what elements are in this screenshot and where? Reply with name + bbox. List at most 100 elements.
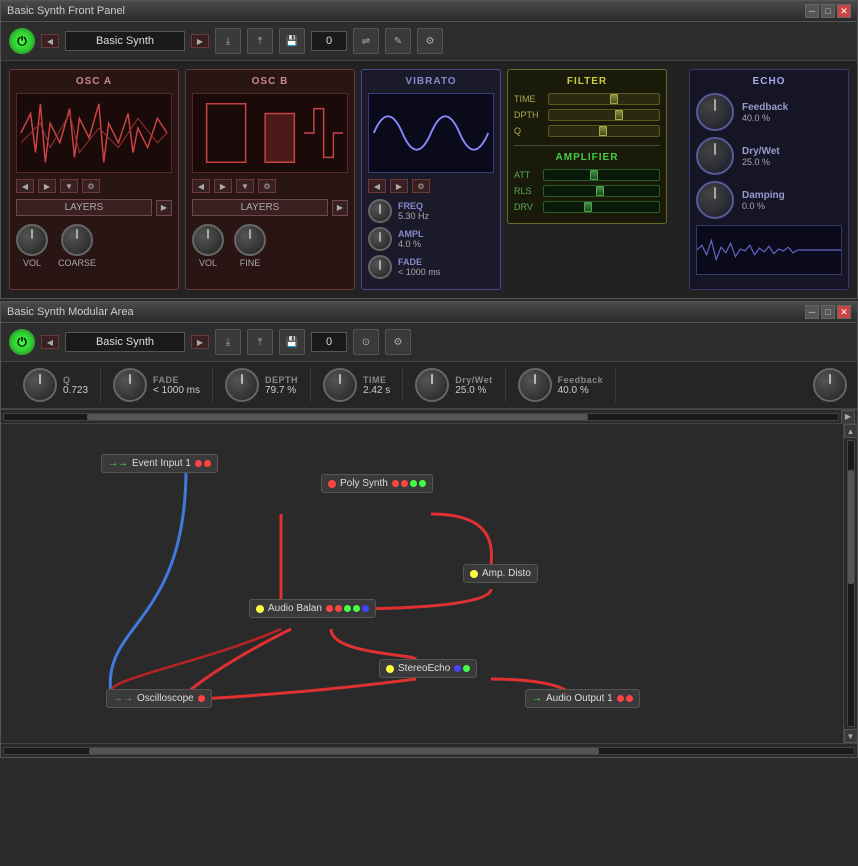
modular-maximize-button[interactable]: □ [821,305,835,319]
se-port-1[interactable] [454,665,461,672]
audio-output-module[interactable]: → Audio Output 1 [525,689,640,708]
v-scroll-track[interactable] [847,440,855,727]
osc-a-settings[interactable]: ⚙ [82,179,100,193]
amp-drv-slider[interactable] [543,201,660,213]
maximize-button[interactable]: □ [821,4,835,18]
v-scroll-down[interactable]: ▼ [844,729,858,743]
vibrato-next[interactable]: ▶ [390,179,408,193]
modular-settings-button[interactable]: ⊙ [353,329,379,355]
filter-q-thumb[interactable] [599,126,607,136]
import-button[interactable]: ⤓ [215,28,241,54]
vibrato-fade-knob[interactable] [368,255,392,279]
strip-time: TIME 2.42 s [311,368,403,402]
settings-button[interactable]: ⚙ [417,28,443,54]
poly-synth-port-3[interactable] [410,480,417,487]
se-port-2[interactable] [463,665,470,672]
osc-a-vol-knob[interactable] [16,224,48,256]
vibrato-prev[interactable]: ◀ [368,179,386,193]
strip-extra-knob[interactable] [813,368,847,402]
filter-time-slider[interactable] [548,93,660,105]
close-button[interactable]: ✕ [837,4,851,18]
vibrato-freq-knob[interactable] [368,199,392,223]
ab-port-1[interactable] [326,605,333,612]
poly-synth-port-4[interactable] [419,480,426,487]
osc-a-down[interactable]: ▼ [60,179,78,193]
strip-feedback-knob[interactable] [518,368,552,402]
ao-port-2[interactable] [626,695,633,702]
modular-save-button[interactable]: 💾 [279,329,305,355]
minimize-button[interactable]: ─ [805,4,819,18]
v-scroll-thumb[interactable] [848,470,854,584]
osc-b-vol-knob[interactable] [192,224,224,256]
patch-area[interactable]: →→ Event Input 1 Poly Synth [1,423,857,743]
event-input-port-1[interactable] [195,460,202,467]
osc-b-prev[interactable]: ◀ [192,179,210,193]
strip-fade-knob[interactable] [113,368,147,402]
modular-next-button[interactable]: ▶ [191,335,209,349]
h-scrollbar-track[interactable] [3,413,839,421]
amp-disto-module[interactable]: Amp. Disto [463,564,538,583]
vibrato-ampl-knob[interactable] [368,227,392,251]
poly-synth-port-2[interactable] [401,480,408,487]
amp-att-slider[interactable] [543,169,660,181]
random-button[interactable]: ⇌ [353,28,379,54]
modular-gear-button[interactable]: ⚙ [385,329,411,355]
strip-q-knob[interactable] [23,368,57,402]
osc-a-next[interactable]: ▶ [38,179,56,193]
echo-damping-knob[interactable] [696,181,734,219]
osc-b-settings[interactable]: ⚙ [258,179,276,193]
bottom-h-thumb[interactable] [89,748,599,754]
filter-time-thumb[interactable] [610,94,618,104]
poly-synth-port-1[interactable] [392,480,399,487]
amp-drv-thumb[interactable] [584,202,592,212]
osc-a-layers-arrow[interactable]: ▶ [156,200,172,216]
osc-port-1[interactable] [198,695,205,702]
echo-drywet-knob[interactable] [696,137,734,175]
next-button[interactable]: ▶ [191,34,209,48]
ab-port-3[interactable] [344,605,351,612]
poly-synth-module[interactable]: Poly Synth [321,474,433,493]
vibrato-settings[interactable]: ⚙ [412,179,430,193]
edit-button[interactable]: ✎ [385,28,411,54]
filter-q-slider[interactable] [548,125,660,137]
ab-port-4[interactable] [353,605,360,612]
event-input-port-2[interactable] [204,460,211,467]
modular-export-button[interactable]: ⤒ [247,329,273,355]
filter-dpth-thumb[interactable] [615,110,623,120]
front-panel-title-bar: Basic Synth Front Panel ─ □ ✕ [1,1,857,22]
strip-drywet-knob[interactable] [415,368,449,402]
export-button[interactable]: ⤒ [247,28,273,54]
scroll-right-btn[interactable]: ▶ [841,410,855,424]
echo-feedback-knob[interactable] [696,93,734,131]
osc-b-fine-knob[interactable] [234,224,266,256]
ao-port-1[interactable] [617,695,624,702]
osc-a-coarse-knob[interactable] [61,224,93,256]
save-button[interactable]: 💾 [279,28,305,54]
bottom-h-track[interactable] [3,747,855,755]
amp-att-thumb[interactable] [590,170,598,180]
amp-rls-slider[interactable] [543,185,660,197]
osc-b-next[interactable]: ▶ [214,179,232,193]
modular-power-button[interactable]: ⏻ [9,329,35,355]
strip-time-knob[interactable] [323,368,357,402]
osc-a-prev[interactable]: ◀ [16,179,34,193]
osc-b-down[interactable]: ▼ [236,179,254,193]
filter-dpth-slider[interactable] [548,109,660,121]
h-scrollbar-thumb[interactable] [87,414,587,420]
modular-import-button[interactable]: ⤓ [215,329,241,355]
osc-b-layers-arrow[interactable]: ▶ [332,200,348,216]
power-button[interactable]: ⏻ [9,28,35,54]
modular-close-button[interactable]: ✕ [837,305,851,319]
ab-port-2[interactable] [335,605,342,612]
strip-depth-knob[interactable] [225,368,259,402]
ab-port-5[interactable] [362,605,369,612]
modular-prev-button[interactable]: ◀ [41,335,59,349]
prev-button[interactable]: ◀ [41,34,59,48]
event-input-module[interactable]: →→ Event Input 1 [101,454,218,473]
audio-balan-module[interactable]: Audio Balan [249,599,376,618]
amp-rls-thumb[interactable] [596,186,604,196]
v-scroll-up[interactable]: ▲ [844,424,858,438]
modular-minimize-button[interactable]: ─ [805,305,819,319]
oscilloscope-module[interactable]: →→ Oscilloscope [106,689,212,708]
stereo-echo-module[interactable]: StereoEcho [379,659,477,678]
